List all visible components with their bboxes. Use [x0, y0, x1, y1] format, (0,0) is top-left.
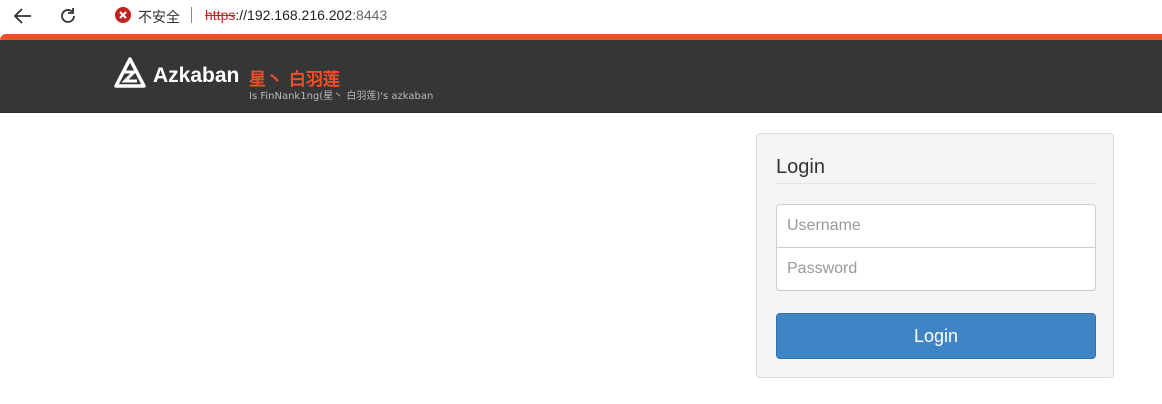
back-arrow-icon[interactable]	[10, 4, 36, 28]
password-input[interactable]	[776, 247, 1096, 291]
url-host: 192.168.216.202	[247, 7, 353, 23]
omnibox-divider	[191, 7, 192, 23]
brand-name[interactable]: Azkaban	[153, 64, 239, 88]
login-panel: Login Login	[756, 133, 1114, 378]
url-text[interactable]: https://192.168.216.202:8443	[205, 7, 387, 23]
top-navbar: Azkaban 星丶 白羽莲 Is FinNank1ng(星丶 白羽莲)'s a…	[0, 40, 1162, 113]
reload-icon[interactable]	[55, 4, 81, 28]
url-scheme: https	[205, 7, 236, 23]
login-heading: Login	[776, 156, 825, 178]
brand-subtitle: Is FinNank1ng(星丶 白羽莲)'s azkaban	[249, 91, 434, 102]
username-input[interactable]	[776, 204, 1096, 248]
heading-divider	[776, 183, 1096, 184]
url-port: :8443	[352, 7, 388, 23]
security-status-label[interactable]: 不安全	[138, 7, 180, 27]
insecure-warning-icon[interactable]	[115, 7, 131, 23]
browser-toolbar: 不安全 https://192.168.216.202:8443	[0, 0, 1162, 34]
login-button[interactable]: Login	[776, 313, 1096, 359]
azkaban-logo-icon[interactable]	[113, 57, 147, 89]
url-separator: ://	[235, 7, 248, 23]
